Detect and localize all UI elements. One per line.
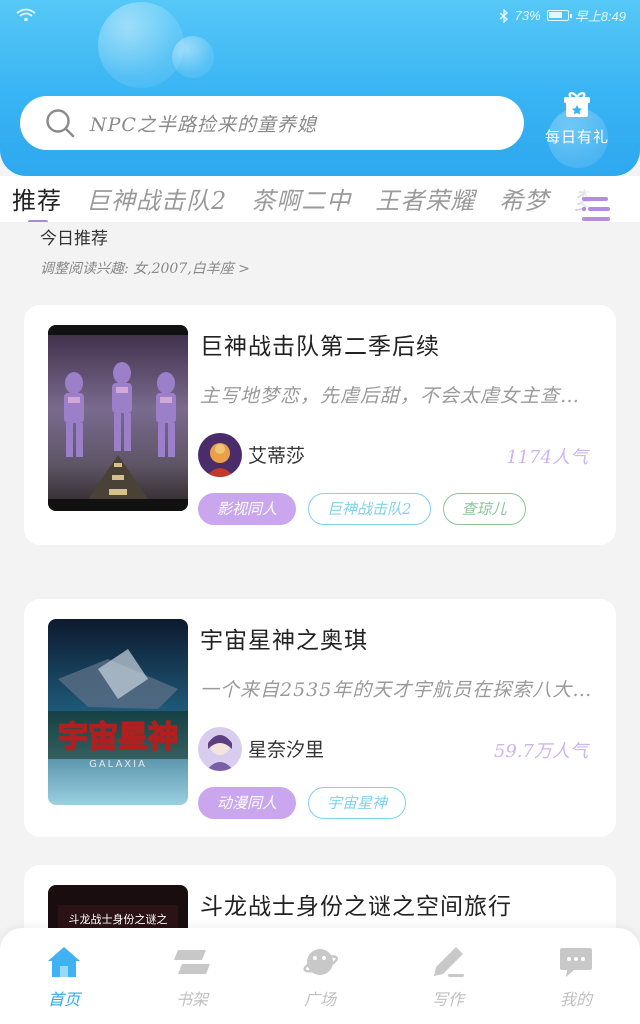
book-card[interactable]: 宇宙星神 GALAXIA 宇宙星神之奥琪 一个来自2535年的天才宇航员在探索八… — [24, 599, 616, 837]
nav-home[interactable]: 首页 — [0, 928, 128, 1024]
tag-list: 影视同人 巨神战击队2 查琼儿 — [198, 493, 526, 525]
cover-title-text: 斗龙战士身份之谜之 — [69, 912, 168, 926]
wifi-icon — [16, 8, 36, 22]
nav-label: 首页 — [47, 990, 80, 1009]
popularity-count: 1174人气 — [506, 447, 588, 468]
tab-2[interactable]: 茶啊二中 — [251, 181, 351, 216]
bluetooth-icon — [499, 8, 508, 23]
daily-gift-button[interactable]: 每日有礼 — [540, 90, 614, 147]
gift-icon — [564, 92, 590, 117]
adjust-interest-link[interactable]: 调整阅读兴趣: 女,2007,白羊座 > — [40, 258, 250, 278]
tab-0[interactable]: 推荐 — [12, 181, 62, 222]
book-cover[interactable] — [48, 325, 188, 511]
nav-write[interactable]: 写作 — [384, 928, 512, 1024]
nav-label: 我的 — [559, 990, 592, 1009]
cover-image — [48, 325, 188, 511]
book-cover[interactable]: 宇宙星神 GALAXIA — [48, 619, 188, 805]
book-description: 一个来自2535年的天才宇航员在探索八大… — [200, 679, 593, 701]
cover-image: 宇宙星神 GALAXIA — [48, 619, 188, 805]
nav-bookshelf[interactable]: 书架 — [128, 928, 256, 1024]
tag[interactable]: 动漫同人 — [198, 787, 297, 819]
search-placeholder: NPC之半路捡来的童养媳 — [90, 113, 317, 136]
tab-row: 推荐巨神战击队2茶啊二中王者荣耀希梦梦 — [0, 176, 640, 222]
book-title[interactable]: 巨神战击队第二季后续 — [200, 327, 440, 361]
battery-percent: 73% — [514, 8, 541, 23]
book-title[interactable]: 斗龙战士身份之谜之空间旅行 — [200, 887, 512, 921]
nav-label: 书架 — [175, 990, 208, 1009]
avatar[interactable] — [198, 727, 242, 771]
header-banner: 73% 早上8:49 NPC之半路捡来的童养媳 每日有礼 — [0, 0, 640, 176]
tab-4[interactable]: 希梦 — [499, 181, 549, 216]
author-name[interactable]: 艾蒂莎 — [248, 441, 305, 468]
bookshelf-icon — [174, 950, 210, 974]
tag[interactable]: 影视同人 — [198, 493, 297, 525]
status-bar: 73% 早上8:49 — [0, 0, 640, 32]
book-description: 主写地梦恋，先虐后甜，不会太虐女主查… — [200, 385, 581, 407]
planet-icon — [303, 949, 338, 975]
clock: 早上8:49 — [574, 9, 626, 24]
book-title[interactable]: 宇宙星神之奥琪 — [200, 621, 368, 655]
chat-icon — [560, 948, 592, 977]
battery-icon — [546, 10, 572, 21]
home-icon — [48, 947, 80, 977]
cover-subtitle-text: GALAXIA — [89, 759, 147, 770]
status-right: 73% 早上8:49 — [499, 6, 626, 25]
pen-icon — [434, 947, 464, 977]
popularity-count: 59.7万人气 — [493, 741, 588, 762]
tab-3[interactable]: 王者荣耀 — [375, 181, 475, 216]
daily-gift-label: 每日有礼 — [544, 128, 609, 146]
author-name[interactable]: 星奈汐里 — [248, 735, 324, 762]
search-icon — [46, 109, 75, 138]
nav-square[interactable]: 广场 — [256, 928, 384, 1024]
book-card[interactable]: 巨神战击队第二季后续 主写地梦恋，先虐后甜，不会太虐女主查… 艾蒂莎 1174人… — [24, 305, 616, 545]
nav-me[interactable]: 我的 — [512, 928, 640, 1024]
tag-list: 动漫同人 宇宙星神 — [198, 787, 407, 819]
tab-1[interactable]: 巨神战击队2 — [86, 181, 227, 216]
tag[interactable]: 巨神战击队2 — [308, 493, 431, 525]
category-tabs: 推荐巨神战击队2茶啊二中王者荣耀希梦梦 — [0, 176, 640, 222]
nav-label: 广场 — [303, 990, 336, 1009]
search-input[interactable]: NPC之半路捡来的童养媳 — [20, 96, 524, 150]
decor-bubble — [172, 36, 214, 78]
tag[interactable]: 查琼儿 — [442, 493, 526, 525]
cover-title-text: 宇宙星神 — [58, 720, 178, 755]
bottom-nav: 首页 书架 广场 写作 我的 — [0, 928, 640, 1024]
section-title: 今日推荐 — [40, 229, 108, 249]
menu-icon[interactable] — [578, 192, 614, 226]
nav-label: 写作 — [431, 990, 464, 1009]
tag[interactable]: 宇宙星神 — [308, 787, 407, 819]
avatar[interactable] — [198, 433, 242, 477]
